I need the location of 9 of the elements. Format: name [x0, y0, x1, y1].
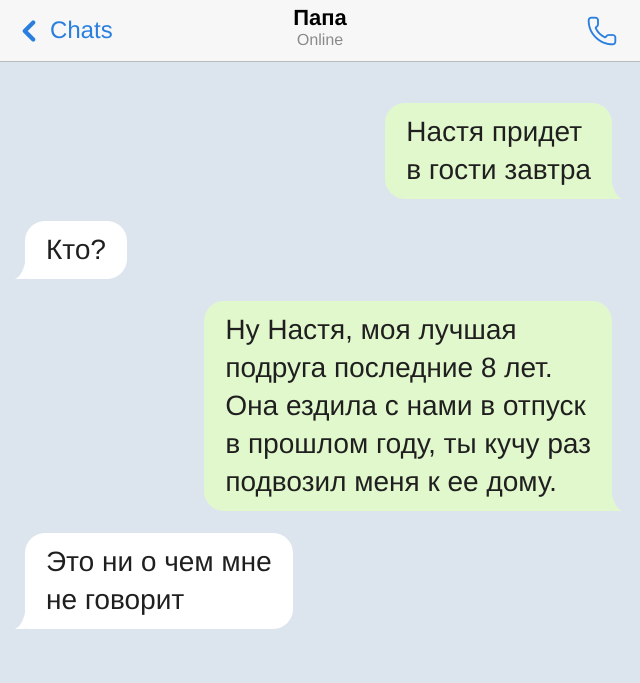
message-text: Это ни о чем мне не говорит — [46, 545, 272, 617]
message-text: Ну Настя, моя лучшая подруга последние 8 лет. Она ездила с нами в отпуск в прошлом году, ты кучу раз подвозил меня к ее дому. — [225, 313, 591, 499]
contact-name: Папа — [293, 5, 347, 31]
call-button[interactable] — [586, 14, 618, 46]
contact-status: Online — [296, 31, 344, 51]
message-text: Настя придет в гости завтра — [406, 115, 591, 187]
message-text: Кто? — [46, 233, 106, 267]
back-button[interactable]: Chats — [0, 14, 113, 48]
phone-icon — [586, 14, 618, 46]
